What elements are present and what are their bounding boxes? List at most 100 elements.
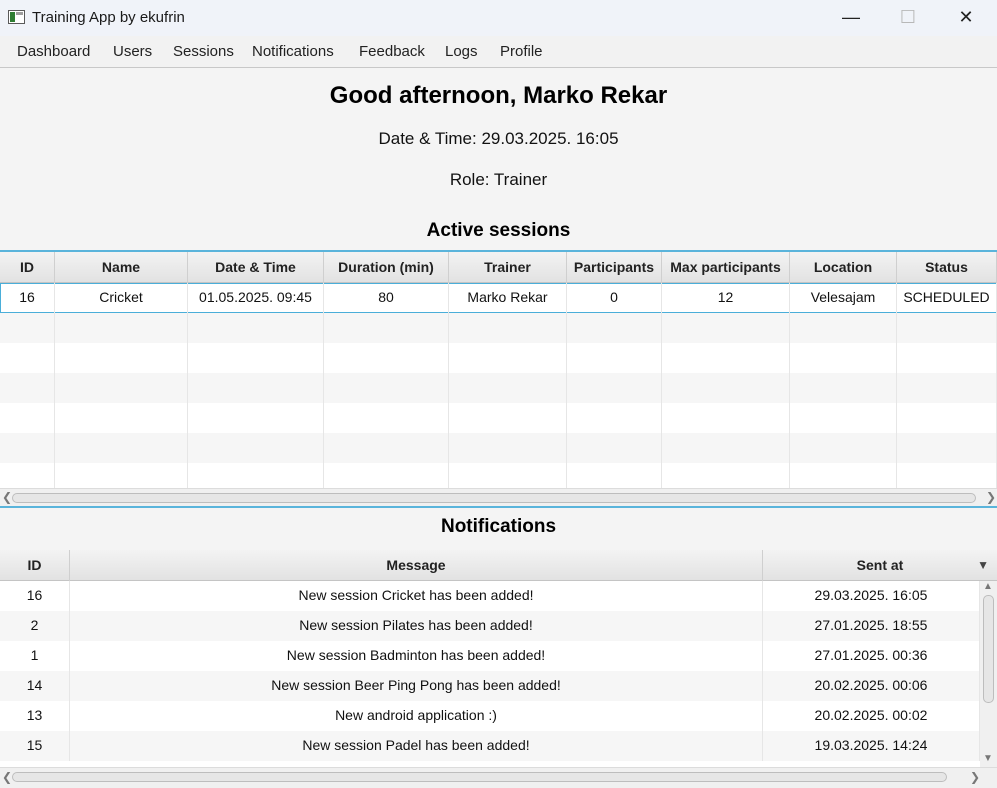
cell-id: 15 [0, 731, 70, 761]
cell-status [897, 403, 997, 433]
column-header-duration[interactable]: Duration (min) [324, 252, 449, 283]
empty-table-row [0, 373, 997, 403]
empty-table-row [0, 313, 997, 343]
cell-max-participants [662, 403, 790, 433]
cell-message: New session Badminton has been added! [70, 641, 763, 671]
notifications-vertical-scrollbar[interactable]: ▲ ▼ [980, 581, 997, 767]
notifications-horizontal-scrollbar[interactable]: ❮ ❯ [0, 767, 997, 788]
cell-id: 1 [0, 641, 70, 671]
cell-name [55, 343, 188, 373]
pane-divider[interactable] [0, 506, 997, 508]
cell-status [897, 463, 997, 490]
column-header-id[interactable]: ID [0, 252, 55, 283]
table-row[interactable]: 14 New session Beer Ping Pong has been ad… [0, 671, 980, 701]
empty-table-row [0, 403, 997, 433]
cell-sent-at: 19.03.2025. 14:24 [763, 731, 980, 761]
empty-table-row [0, 343, 997, 373]
menu-bar: Dashboard Users Sessions Notifications F… [0, 36, 997, 68]
column-header-id[interactable]: ID [0, 550, 70, 581]
cell-duration [324, 373, 449, 403]
cell-datetime [188, 373, 324, 403]
cell-id: 16 [0, 283, 55, 313]
cell-max-participants [662, 313, 790, 343]
scrollbar-thumb[interactable] [983, 595, 994, 703]
cell-trainer: Marko Rekar [449, 283, 567, 313]
cell-duration [324, 433, 449, 463]
menu-logs[interactable]: Logs [445, 43, 478, 60]
cell-id [0, 343, 55, 373]
menu-profile[interactable]: Profile [500, 43, 543, 60]
column-header-datetime[interactable]: Date & Time [188, 252, 324, 283]
column-header-status[interactable]: Status [897, 252, 997, 283]
cell-message: New session Padel has been added! [70, 731, 763, 761]
close-button[interactable]: ✕ [937, 0, 995, 36]
cell-trainer [449, 313, 567, 343]
column-header-max-participants[interactable]: Max participants [662, 252, 790, 283]
minimize-button[interactable]: — [822, 0, 880, 36]
sessions-section-title: Active sessions [426, 220, 571, 241]
cell-message: New session Cricket has been added! [70, 581, 763, 611]
cell-trainer [449, 403, 567, 433]
cell-id [0, 433, 55, 463]
cell-max-participants [662, 373, 790, 403]
column-header-participants[interactable]: Participants [567, 252, 662, 283]
cell-participants [567, 403, 662, 433]
scroll-right-arrow-icon[interactable]: ❯ [970, 770, 980, 784]
empty-table-row [0, 463, 997, 490]
cell-status: SCHEDULED [897, 283, 997, 313]
window-titlebar: Training App by ekufrin — ☐ ✕ [0, 0, 997, 36]
cell-trainer [449, 343, 567, 373]
cell-id: 14 [0, 671, 70, 701]
cell-sent-at: 27.01.2025. 18:55 [763, 611, 980, 641]
sort-menu-icon[interactable]: ▼ [977, 550, 989, 580]
cell-participants [567, 463, 662, 490]
cell-sent-at: 20.02.2025. 00:06 [763, 671, 980, 701]
column-header-sent-at[interactable]: Sent at ▼ [763, 550, 997, 581]
cell-id: 16 [0, 581, 70, 611]
column-header-location[interactable]: Location [790, 252, 897, 283]
notifications-table[interactable]: ID Message Sent at ▼ 16 New session Crick… [0, 550, 997, 767]
user-role: Role: Trainer [449, 170, 548, 189]
scroll-right-arrow-icon[interactable]: ❯ [986, 490, 996, 504]
cell-status [897, 313, 997, 343]
cell-name [55, 403, 188, 433]
table-row[interactable]: 2 New session Pilates has been added! 27.0… [0, 611, 980, 641]
table-row[interactable]: 16 New session Cricket has been added! 29.… [0, 581, 980, 611]
sessions-horizontal-scrollbar[interactable]: ❮ ❯ [0, 488, 997, 506]
cell-sent-at: 20.02.2025. 00:02 [763, 701, 980, 731]
cell-participants [567, 313, 662, 343]
cell-datetime [188, 343, 324, 373]
scroll-left-arrow-icon[interactable]: ❮ [2, 770, 12, 784]
empty-table-row [0, 433, 997, 463]
menu-notifications[interactable]: Notifications [252, 43, 334, 60]
menu-sessions[interactable]: Sessions [173, 43, 234, 60]
menu-feedback[interactable]: Feedback [359, 43, 425, 60]
sessions-table[interactable]: ID Name Date & Time Duration (min) Train… [0, 250, 997, 490]
scrollbar-thumb[interactable] [12, 772, 947, 782]
cell-location [790, 433, 897, 463]
cell-location [790, 373, 897, 403]
cell-trainer [449, 373, 567, 403]
cell-duration [324, 463, 449, 490]
cell-name [55, 373, 188, 403]
cell-id: 13 [0, 701, 70, 731]
table-row[interactable]: 15 New session Padel has been added! 19.03… [0, 731, 980, 761]
scrollbar-thumb[interactable] [12, 493, 976, 503]
menu-dashboard[interactable]: Dashboard [17, 43, 90, 60]
cell-location: Velesajam [790, 283, 897, 313]
maximize-button[interactable]: ☐ [879, 0, 937, 36]
cell-status [897, 343, 997, 373]
scroll-down-arrow-icon[interactable]: ▼ [983, 753, 993, 764]
scroll-up-arrow-icon[interactable]: ▲ [983, 581, 993, 592]
table-row[interactable]: 13 New android application :) 20.02.2025. … [0, 701, 980, 731]
cell-duration [324, 313, 449, 343]
table-row[interactable]: 16 Cricket 01.05.2025. 09:45 80 Marko Rekar 0… [0, 283, 997, 313]
scroll-left-arrow-icon[interactable]: ❮ [2, 490, 12, 504]
table-row[interactable]: 1 New session Badminton has been added! 27… [0, 641, 980, 671]
menu-users[interactable]: Users [113, 43, 152, 60]
cell-name: Cricket [55, 283, 188, 313]
column-header-trainer[interactable]: Trainer [449, 252, 567, 283]
column-header-message[interactable]: Message [70, 550, 763, 581]
column-header-name[interactable]: Name [55, 252, 188, 283]
current-datetime: Date & Time: 29.03.2025. 16:05 [378, 129, 619, 148]
